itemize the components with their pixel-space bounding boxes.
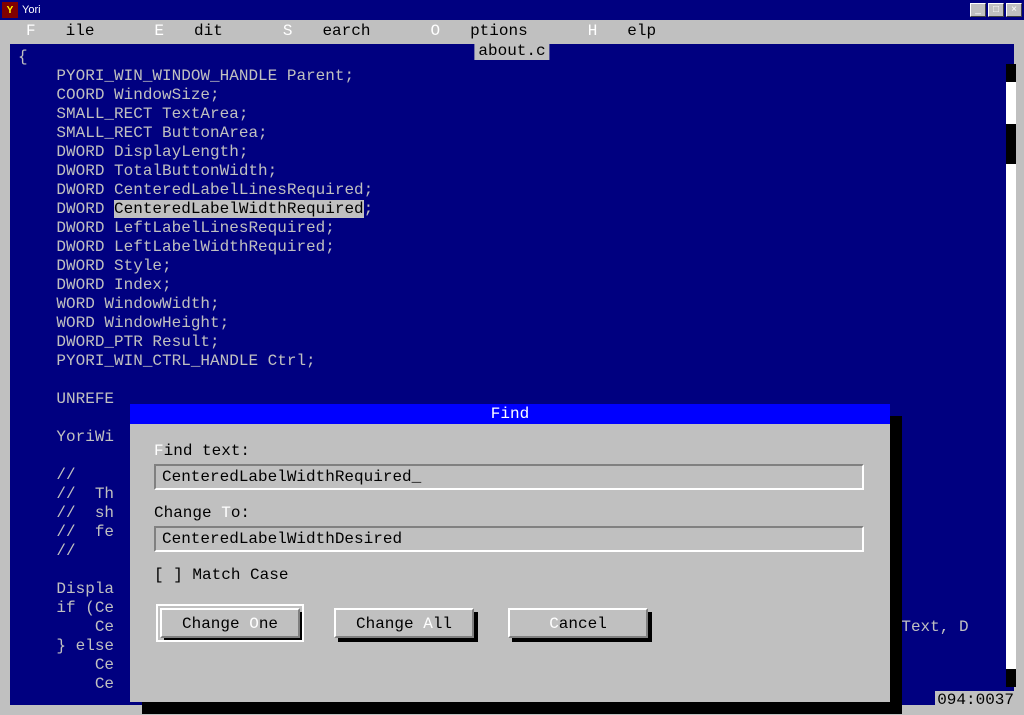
change-one-button[interactable]: Change One bbox=[160, 608, 300, 638]
dialog-title: Find bbox=[130, 404, 890, 424]
scroll-thumb[interactable] bbox=[1006, 124, 1016, 164]
menu-edit[interactable]: Edit bbox=[154, 22, 252, 40]
menu-help[interactable]: Help bbox=[588, 22, 686, 40]
window-title: Yori bbox=[22, 4, 41, 16]
change-to-label: Change To: bbox=[154, 504, 866, 522]
minimize-button[interactable]: _ bbox=[970, 3, 986, 17]
close-button[interactable]: × bbox=[1006, 3, 1022, 17]
titlebar: Y Yori _ □ × bbox=[0, 0, 1024, 20]
app-icon: Y bbox=[2, 2, 18, 18]
scroll-down-icon[interactable] bbox=[1006, 669, 1016, 687]
find-text-label: Find text: bbox=[154, 442, 866, 460]
cancel-button[interactable]: Cancel bbox=[508, 608, 648, 638]
match-case-checkbox[interactable]: [ ] Match Case bbox=[154, 566, 866, 584]
search-highlight: CenteredLabelWidthRequired bbox=[114, 200, 364, 218]
file-tab: about.c bbox=[474, 42, 549, 60]
menubar: File Edit Search Options Help bbox=[0, 20, 1024, 42]
menu-search[interactable]: Search bbox=[283, 22, 401, 40]
change-to-input[interactable]: CenteredLabelWidthDesired bbox=[154, 526, 864, 552]
menu-options[interactable]: Options bbox=[430, 22, 557, 40]
find-dialog: Find Find text: CenteredLabelWidthRequir… bbox=[130, 404, 890, 702]
menu-file[interactable]: File bbox=[26, 22, 124, 40]
vertical-scrollbar[interactable] bbox=[1006, 64, 1016, 687]
maximize-button[interactable]: □ bbox=[988, 3, 1004, 17]
status-position: 094:0037 bbox=[935, 691, 1016, 709]
find-input[interactable]: CenteredLabelWidthRequired bbox=[154, 464, 864, 490]
change-all-button[interactable]: Change All bbox=[334, 608, 474, 638]
scroll-up-icon[interactable] bbox=[1006, 64, 1016, 82]
